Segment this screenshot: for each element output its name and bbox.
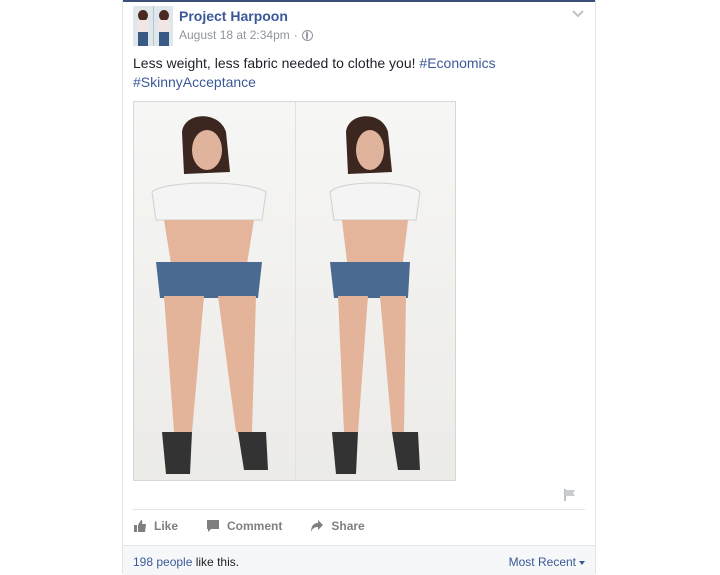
- likes-suffix: like this.: [192, 555, 240, 569]
- comment-button[interactable]: Comment: [206, 515, 282, 537]
- flag-icon[interactable]: [563, 488, 577, 502]
- photo-panel-right: [295, 102, 455, 480]
- post-meta: August 18 at 2:34pm ·: [179, 28, 313, 42]
- avatar-left-figure: [133, 6, 153, 46]
- likes-footer: 198 people like this. Most Recent: [123, 545, 595, 575]
- post-body: Less weight, less fabric needed to cloth…: [133, 55, 416, 71]
- avatar-right-figure: [152, 6, 173, 46]
- action-bar: Like Comment Share: [133, 515, 365, 537]
- share-button[interactable]: Share: [310, 515, 365, 537]
- hashtag-skinny-acceptance[interactable]: #SkinnyAcceptance: [133, 74, 256, 90]
- meta-separator: ·: [293, 28, 298, 42]
- actions-divider: [133, 509, 585, 510]
- author-name[interactable]: Project Harpoon: [179, 8, 288, 24]
- share-icon: [311, 520, 324, 532]
- comment-label: Comment: [227, 519, 283, 533]
- top-border: [123, 0, 595, 2]
- chevron-down-icon[interactable]: [571, 6, 585, 20]
- share-label: Share: [331, 519, 365, 533]
- sort-dropdown[interactable]: Most Recent: [509, 555, 585, 569]
- globe-icon: [301, 29, 313, 41]
- hashtag-economics[interactable]: #Economics: [419, 55, 495, 71]
- post-card: Project Harpoon August 18 at 2:34pm · Le…: [122, 0, 596, 575]
- post-text: Less weight, less fabric needed to cloth…: [133, 54, 573, 92]
- comment-icon: [207, 520, 220, 532]
- like-label: Like: [154, 519, 179, 533]
- caret-down-icon: [579, 561, 585, 565]
- avatar[interactable]: [133, 6, 173, 46]
- post-photo[interactable]: [133, 101, 456, 481]
- sort-label: Most Recent: [508, 555, 576, 569]
- thumbs-up-icon: [134, 520, 146, 532]
- like-button[interactable]: Like: [133, 515, 178, 537]
- post-timestamp[interactable]: August 18 at 2:34pm: [179, 28, 290, 42]
- likes-count[interactable]: 198 people: [133, 555, 192, 569]
- likes-summary: 198 people like this.: [133, 555, 239, 569]
- photo-panel-left: [134, 102, 295, 480]
